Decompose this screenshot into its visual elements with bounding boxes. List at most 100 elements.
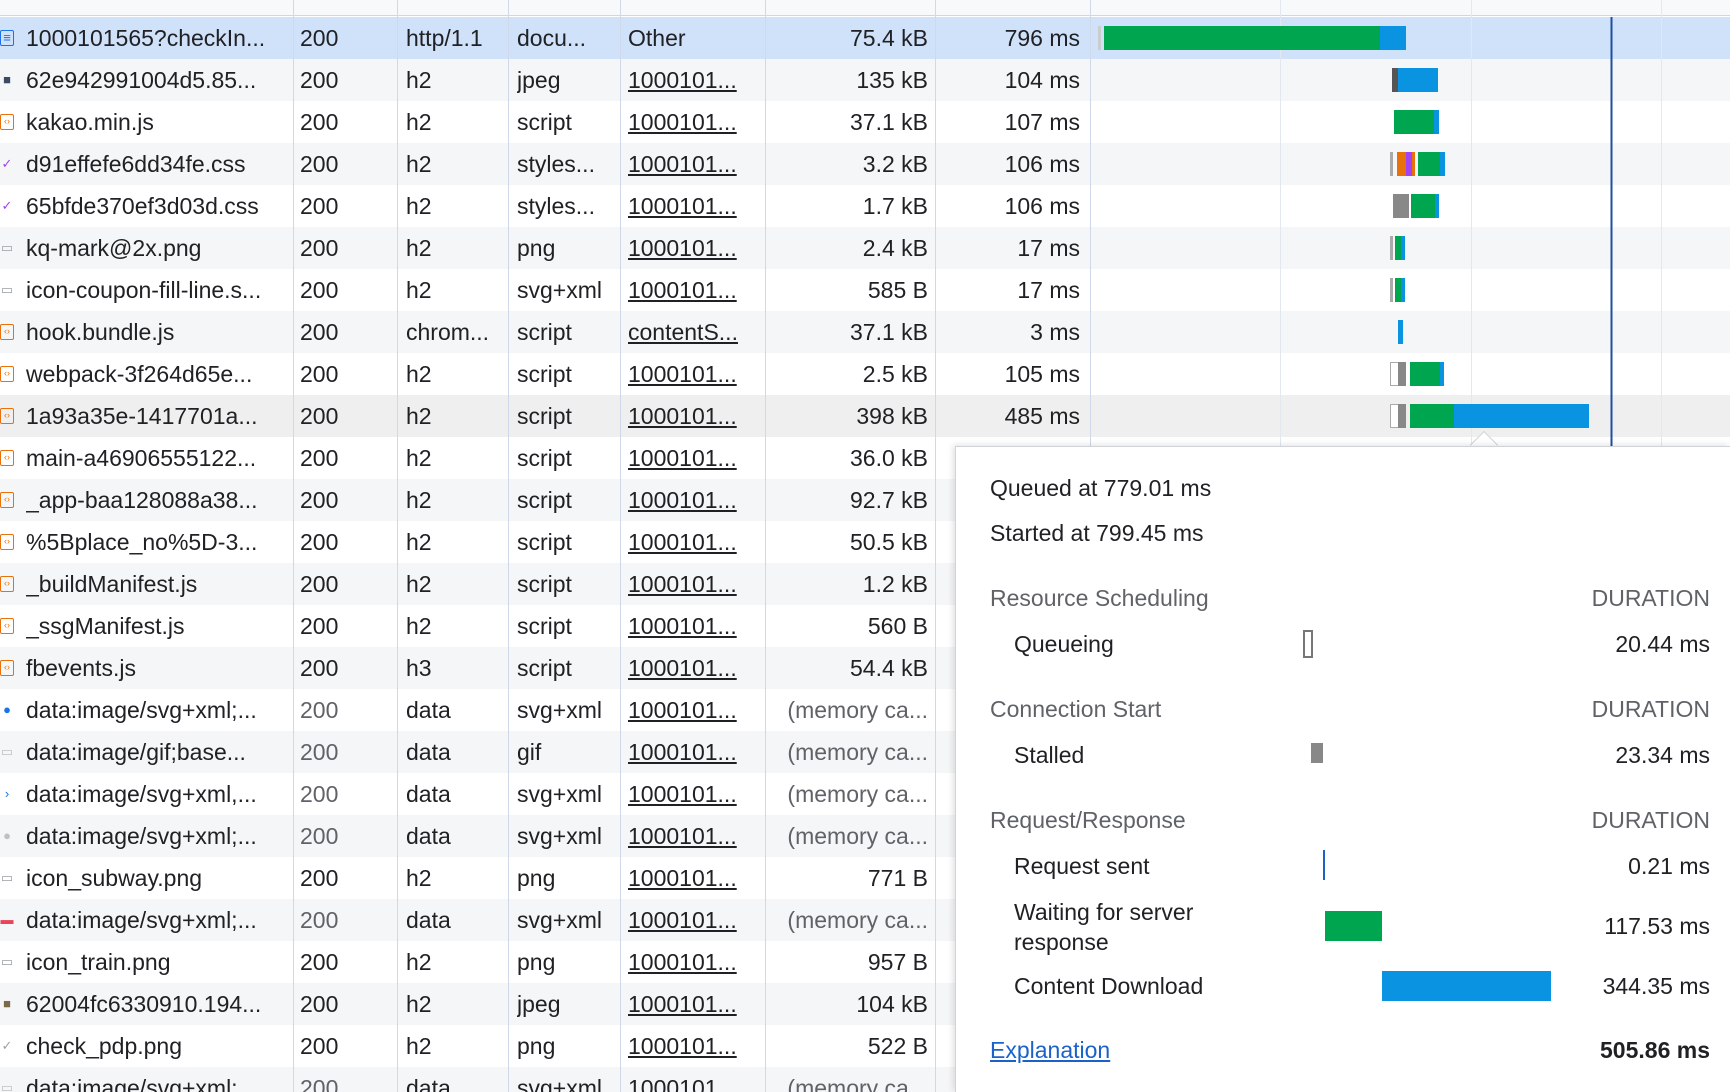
initiator-link[interactable]: 1000101...: [628, 59, 756, 101]
initiator-link[interactable]: 1000101...: [628, 605, 756, 647]
section-title-resource-scheduling: Resource Scheduling: [990, 585, 1209, 611]
status-code: 200: [300, 151, 339, 177]
duration-header: DURATION: [1591, 807, 1710, 833]
image-icon: ▭: [0, 870, 14, 885]
request-name: data:image/svg+xml,...: [26, 781, 257, 807]
initiator-link[interactable]: 1000101...: [628, 941, 756, 983]
script-icon: ‹›: [0, 366, 14, 382]
table-row[interactable]: ‹› 1a93a35e-1417701a... 200 h2 script 1000101…: [0, 395, 1730, 437]
initiator-link[interactable]: 1000101...: [628, 1025, 756, 1067]
request-name: icon_train.png: [26, 949, 171, 975]
stalled-bar: [1311, 743, 1323, 763]
table-row[interactable]: ▭ kq-mark@2x.png 200 h2 png 1000101... 2.4 kB 1…: [0, 227, 1730, 269]
script-icon: ‹›: [0, 324, 14, 340]
initiator-link[interactable]: Other: [628, 17, 756, 59]
initiator-link[interactable]: 1000101...: [628, 815, 756, 857]
table-row[interactable]: ‹› webpack-3f264d65e... 200 h2 script 1000101…: [0, 353, 1730, 395]
status-code: 200: [300, 109, 339, 135]
initiator-link[interactable]: 1000101...: [628, 983, 756, 1025]
transfer-size: 2.4 kB: [862, 235, 928, 261]
image-thumbnail-icon: ■: [3, 72, 11, 87]
stylesheet-icon: ✓: [1, 156, 13, 171]
status-code: 200: [300, 1033, 339, 1059]
transfer-size: (memory ca...: [787, 1075, 928, 1092]
duration-header: DURATION: [1591, 585, 1710, 611]
initiator-link[interactable]: 1000101...: [628, 227, 756, 269]
stylesheet-icon: ✓: [1, 198, 13, 213]
transfer-size: (memory ca...: [787, 739, 928, 765]
status-code: 200: [300, 445, 339, 471]
transfer-size: 522 B: [867, 1033, 928, 1059]
transfer-size: (memory ca...: [787, 781, 928, 807]
phase-value-request-sent: 0.21 ms: [1628, 853, 1710, 879]
protocol: data: [406, 1075, 451, 1092]
queueing-bar: [1303, 630, 1313, 658]
resource-type: svg+xml: [517, 697, 602, 723]
explanation-link[interactable]: Explanation: [990, 1037, 1110, 1064]
initiator-link[interactable]: 1000101...: [628, 689, 756, 731]
initiator-link[interactable]: 1000101...: [628, 647, 756, 689]
initiator-link[interactable]: 1000101...: [628, 899, 756, 941]
initiator-link[interactable]: 1000101...: [628, 101, 756, 143]
initiator-link[interactable]: contentS...: [628, 311, 756, 353]
initiator-link[interactable]: 1000101...: [628, 857, 756, 899]
script-icon: ‹›: [0, 618, 14, 634]
initiator-link[interactable]: 1000101...: [628, 521, 756, 563]
initiator-link[interactable]: 1000101...: [628, 269, 756, 311]
request-name: data:image/svg+xml;...: [26, 823, 257, 849]
resource-type: docu...: [517, 25, 587, 51]
resource-type: script: [517, 613, 572, 639]
protocol: h2: [406, 67, 432, 93]
status-code: 200: [300, 781, 339, 807]
protocol: h2: [406, 1033, 432, 1059]
request-name: data:image/gif;base...: [26, 739, 246, 765]
protocol: h2: [406, 361, 432, 387]
initiator-link[interactable]: 1000101...: [628, 395, 756, 437]
table-row[interactable]: ≡ 1000101565?checkIn... 200 http/1.1 docu...…: [0, 17, 1730, 59]
initiator-link[interactable]: 1000101...: [628, 143, 756, 185]
badge-icon: ▬: [0, 912, 14, 927]
protocol: http/1.1: [406, 25, 483, 51]
transfer-size: 1.7 kB: [862, 193, 928, 219]
status-code: 200: [300, 529, 339, 555]
initiator-link[interactable]: 1000101...: [628, 773, 756, 815]
request-name: _buildManifest.js: [26, 571, 198, 597]
table-row[interactable]: ■ 62e942991004d5.85... 200 h2 jpeg 1000101...…: [0, 59, 1730, 101]
table-row[interactable]: ‹› hook.bundle.js 200 chrom... script content…: [0, 311, 1730, 353]
table-row[interactable]: ‹› kakao.min.js 200 h2 script 1000101... 37.1 …: [0, 101, 1730, 143]
table-row[interactable]: ✓ 65bfde370ef3d03d.css 200 h2 styles... 10001…: [0, 185, 1730, 227]
initiator-link[interactable]: 1000101...: [628, 1067, 756, 1092]
initiator-link[interactable]: 1000101...: [628, 731, 756, 773]
initiator-link[interactable]: 1000101...: [628, 563, 756, 605]
initiator-link[interactable]: 1000101...: [628, 353, 756, 395]
phase-label-request-sent: Request sent: [1014, 853, 1150, 879]
initiator-link[interactable]: 1000101...: [628, 437, 756, 479]
status-code: 200: [300, 25, 339, 51]
phase-label-content-download: Content Download: [1014, 973, 1204, 999]
request-name: 62e942991004d5.85...: [26, 67, 257, 93]
table-row[interactable]: ▭ icon-coupon-fill-line.s... 200 h2 svg+xml 1…: [0, 269, 1730, 311]
transfer-size: 1.2 kB: [862, 571, 928, 597]
request-name: %5Bplace_no%5D-3...: [26, 529, 258, 555]
protocol: h2: [406, 571, 432, 597]
transfer-size: 54.4 kB: [850, 655, 928, 681]
request-name: data:image/svg+xml;...: [26, 697, 257, 723]
request-name: 1000101565?checkIn...: [26, 25, 266, 51]
resource-type: svg+xml: [517, 277, 602, 303]
request-name: 1a93a35e-1417701a...: [26, 403, 258, 429]
initiator-link[interactable]: 1000101...: [628, 185, 756, 227]
protocol: data: [406, 739, 451, 765]
script-icon: ‹›: [0, 576, 14, 592]
section-title-connection-start: Connection Start: [990, 696, 1162, 722]
resource-type: script: [517, 571, 572, 597]
location-pin-icon: ●: [3, 828, 11, 843]
status-code: 200: [300, 403, 339, 429]
transfer-size: 36.0 kB: [850, 445, 928, 471]
request-name: main-a46906555122...: [26, 445, 257, 471]
request-name: 62004fc6330910.194...: [26, 991, 262, 1017]
initiator-link[interactable]: 1000101...: [628, 479, 756, 521]
status-code: 200: [300, 613, 339, 639]
table-row[interactable]: ✓ d91effefe6dd34fe.css 200 h2 styles... 10001…: [0, 143, 1730, 185]
transfer-size: (memory ca...: [787, 907, 928, 933]
resource-type: styles...: [517, 151, 595, 177]
